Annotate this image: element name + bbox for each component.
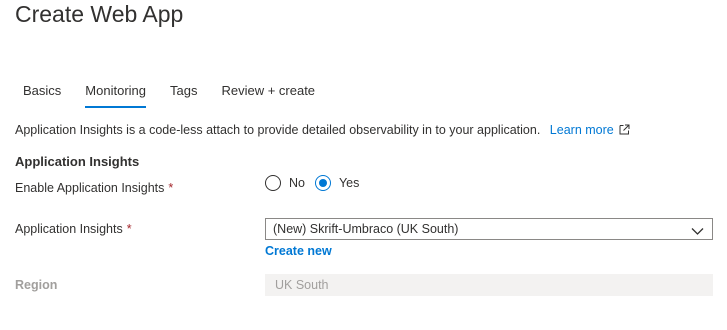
radio-no[interactable]: No <box>265 175 305 191</box>
radio-no-label: No <box>289 176 305 190</box>
dropdown-selected-value: (New) Skrift-Umbraco (UK South) <box>273 222 459 236</box>
section-title: Application Insights <box>15 154 140 169</box>
enable-insights-radio-group: No Yes <box>265 175 369 191</box>
radio-yes-circle[interactable] <box>314 175 331 191</box>
chevron-down-icon <box>691 223 704 243</box>
radio-yes[interactable]: Yes <box>314 175 360 191</box>
radio-no-circle[interactable] <box>265 175 281 191</box>
learn-more-label: Learn more <box>549 123 614 137</box>
tab-tags[interactable]: Tags <box>170 82 197 108</box>
tab-basics[interactable]: Basics <box>23 82 61 108</box>
create-new-link[interactable]: Create new <box>265 243 332 259</box>
required-marker: * <box>126 222 132 236</box>
tab-review-create[interactable]: Review + create <box>221 82 315 108</box>
page-title: Create Web App <box>15 1 184 27</box>
intro-description: Application Insights is a code-less atta… <box>15 122 630 139</box>
insights-resource-label: Application Insights * <box>15 221 132 237</box>
enable-insights-label: Enable Application Insights * <box>15 180 173 196</box>
external-link-icon <box>619 123 630 139</box>
region-field: UK South <box>265 274 713 296</box>
tab-bar: Basics Monitoring Tags Review + create <box>23 82 339 108</box>
region-label: Region <box>15 278 58 292</box>
tab-monitoring[interactable]: Monitoring <box>85 82 146 108</box>
radio-yes-label: Yes <box>338 176 360 190</box>
required-marker: * <box>168 181 174 195</box>
intro-text: Application Insights is a code-less atta… <box>15 123 541 137</box>
learn-more-link[interactable]: Learn more <box>550 123 630 137</box>
enable-insights-label-text: Enable Application Insights <box>15 181 165 195</box>
insights-resource-dropdown[interactable]: (New) Skrift-Umbraco (UK South) <box>265 218 713 240</box>
insights-resource-label-text: Application Insights <box>15 222 123 236</box>
